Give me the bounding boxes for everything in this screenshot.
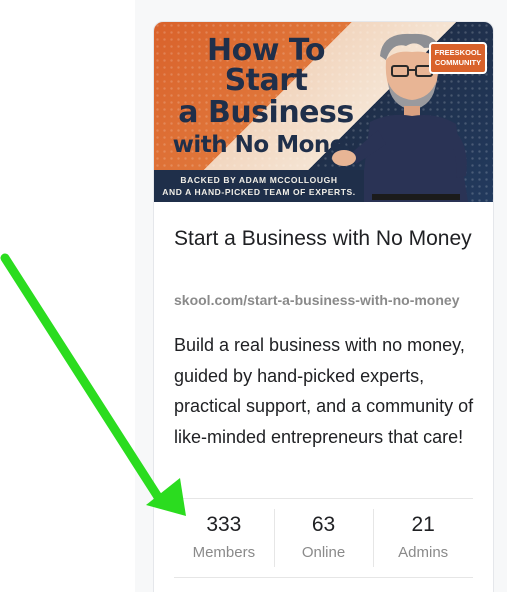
badge-line-2: COMMUNITY [434,58,482,67]
stat-online-label: Online [301,544,346,561]
freeskool-community-badge: FREESKOOL COMMUNITY [429,42,487,74]
left-pane [0,0,135,592]
stat-members-label: Members [192,544,256,561]
caption-line-2: AND A HAND-PICKED TEAM OF EXPERTS. [162,187,356,197]
group-title[interactable]: Start a Business with No Money [174,222,474,255]
group-title-wrap: Start a Business with No Money [174,222,474,255]
caption-line-1: BACKED BY ADAM MCCOLLOUGH [180,175,338,185]
group-url[interactable]: skool.com/start-a-business-with-no-money [174,292,474,308]
stat-members: 333 Members [174,499,274,577]
stat-admins-label: Admins [398,544,449,561]
stat-members-value: 333 [206,513,242,536]
group-stats: 333 Members 63 Online 21 Admins [174,498,473,578]
stat-online-value: 63 [311,513,336,536]
stat-admins-value: 21 [411,513,435,536]
stat-online: 63 Online [273,499,374,577]
badge-line-1: FREESKOOL [434,48,482,57]
stat-admins: 21 Admins [373,499,473,577]
cover-caption-strip: BACKED BY ADAM MCCOLLOUGH AND A HAND-PIC… [154,170,364,202]
group-cover-image[interactable]: How To Start a Business with No Money FR… [154,22,493,202]
group-description: Build a real business with no money, gui… [174,335,474,447]
